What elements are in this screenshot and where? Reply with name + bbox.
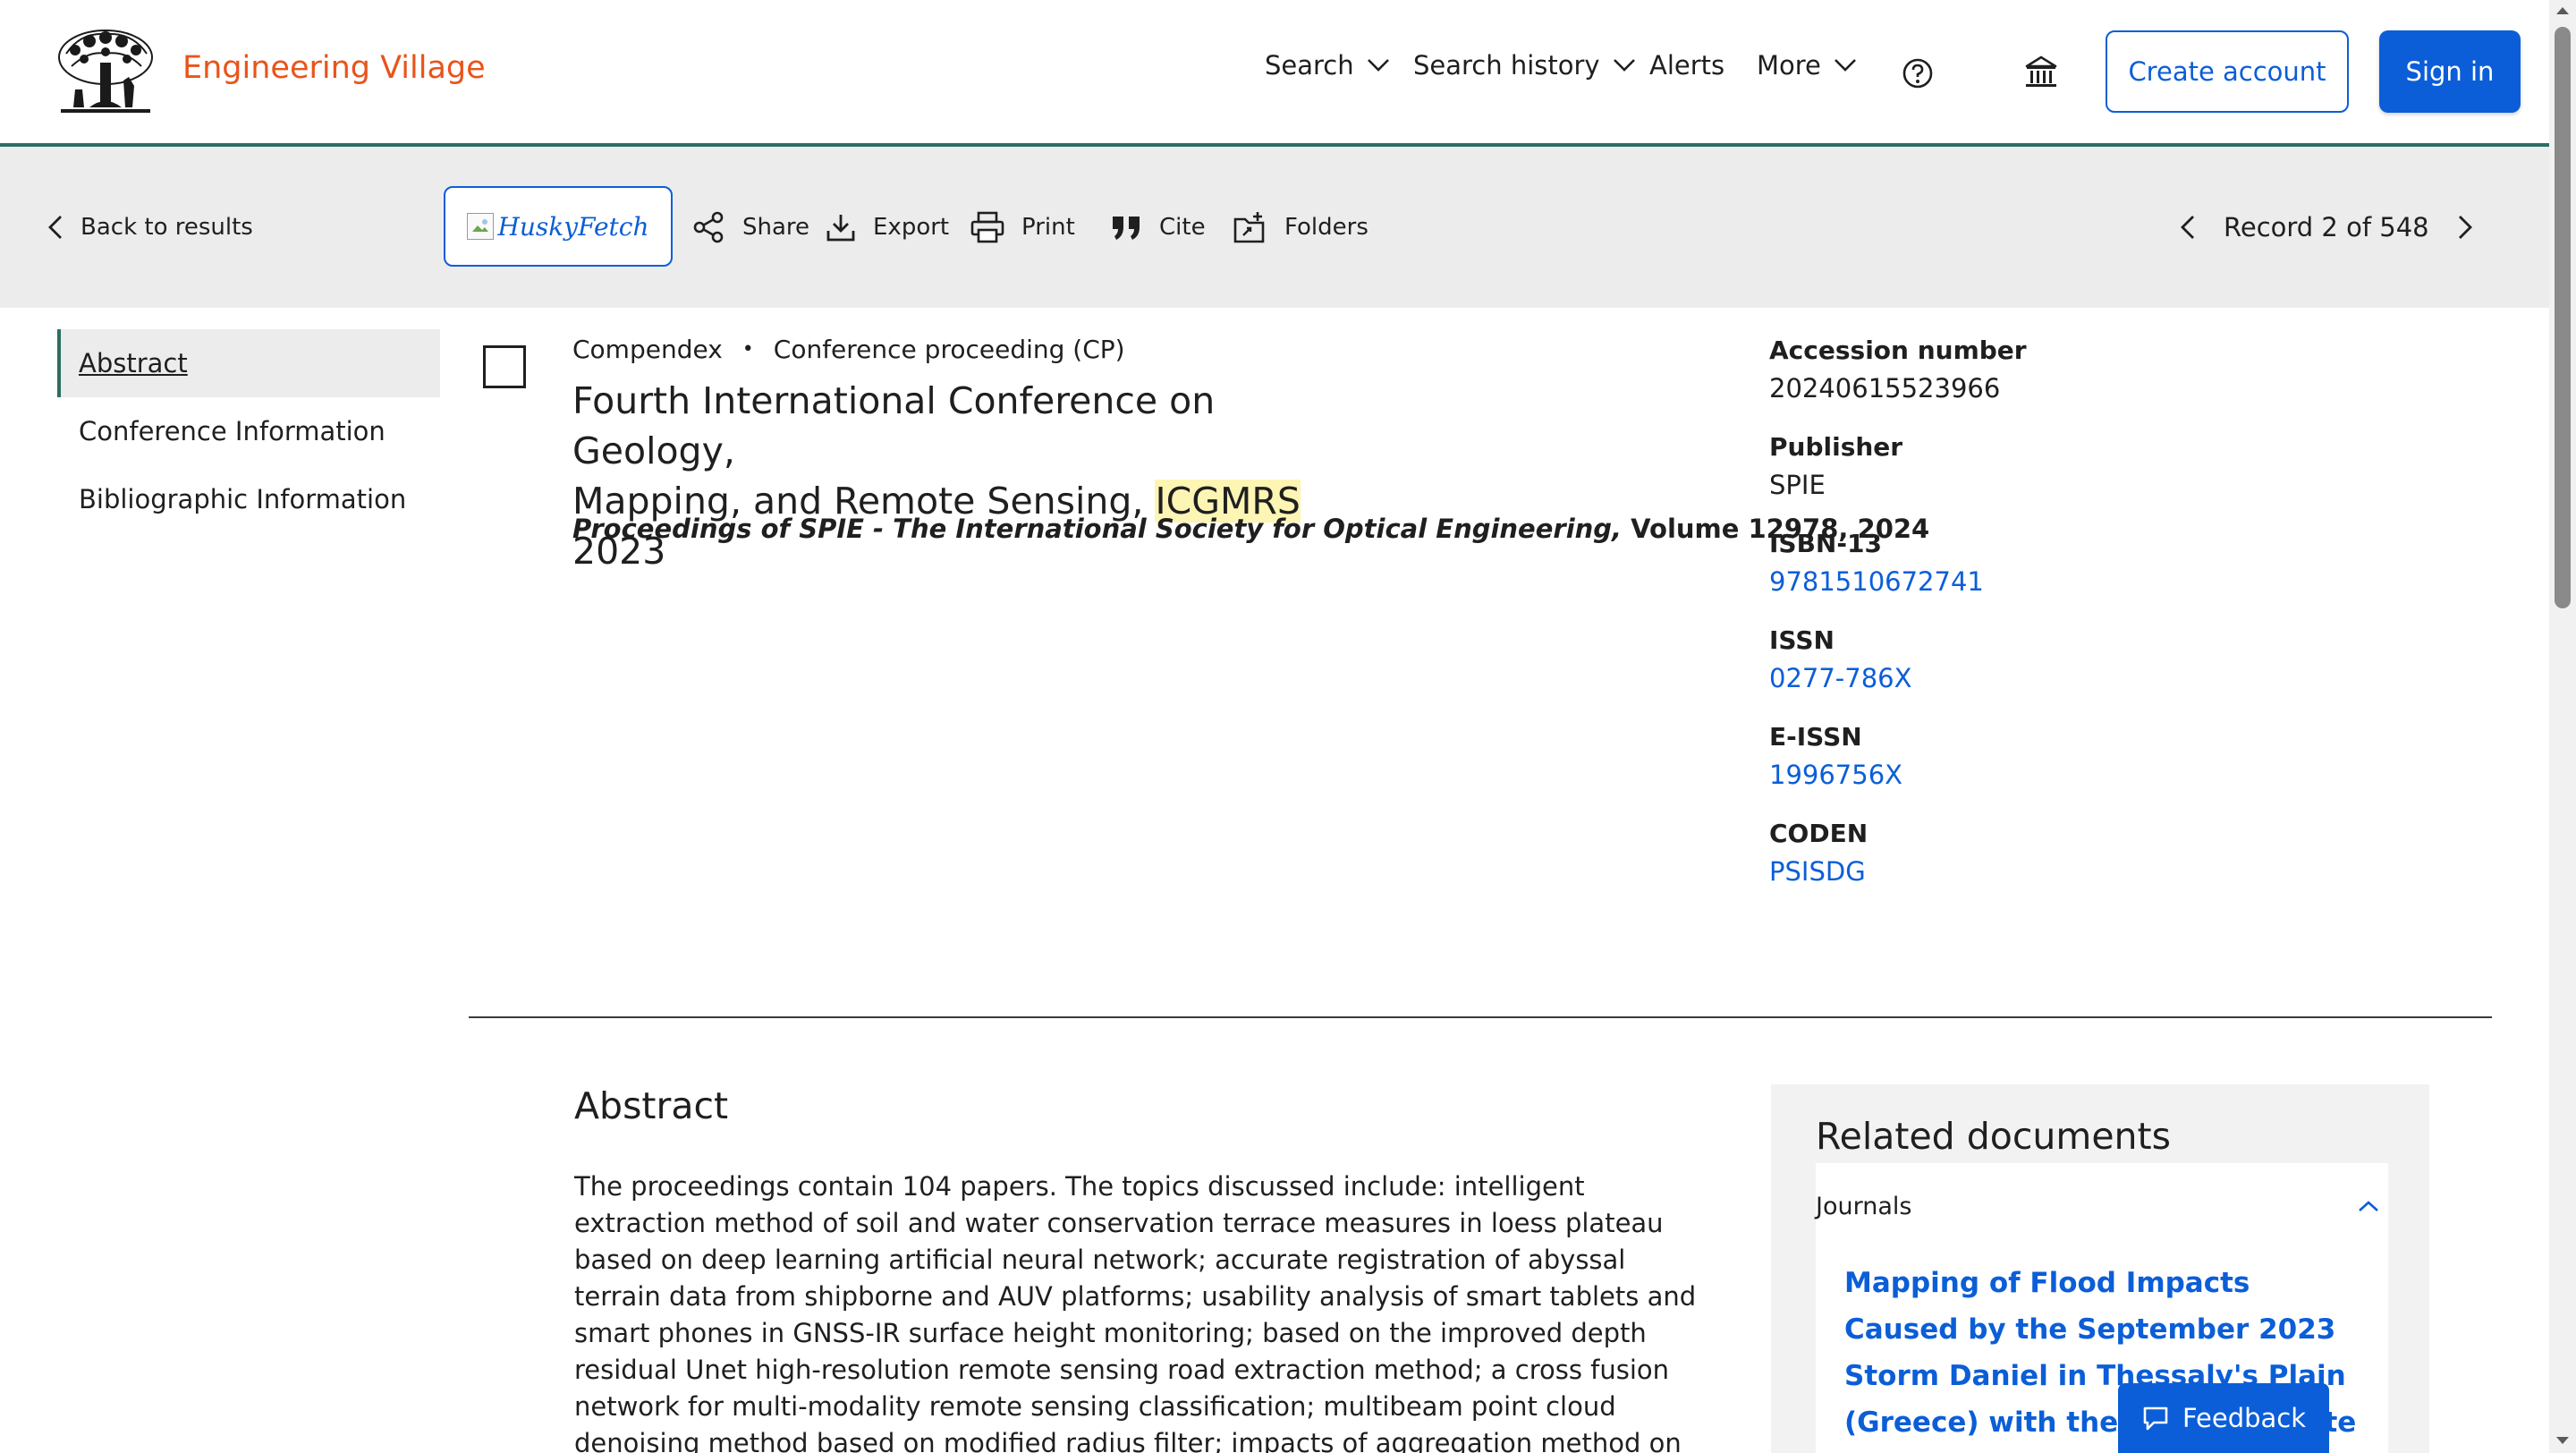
- eissn-link[interactable]: 1996756X: [1769, 755, 2306, 794]
- document-type: Conference proceeding (CP): [773, 335, 1125, 364]
- eissn-block: E-ISSN 1996756X: [1769, 719, 2306, 794]
- journals-accordion[interactable]: Journals: [1816, 1186, 2388, 1226]
- related-documents-panel: Related documents Journals Mapping of Fl…: [1771, 1084, 2429, 1453]
- coden-block: CODEN PSISDG: [1769, 816, 2306, 891]
- chevron-left-icon[interactable]: [2179, 214, 2197, 241]
- download-icon: [825, 211, 857, 243]
- issn-link[interactable]: 0277-786X: [1769, 659, 2306, 698]
- isbn-link[interactable]: 9781510672741: [1769, 562, 2306, 601]
- accession-block: Accession number 20240615523966: [1769, 333, 2306, 408]
- share-button[interactable]: Share: [692, 208, 809, 247]
- elsevier-tree-logo[interactable]: [54, 27, 157, 116]
- feedback-button[interactable]: Feedback: [2118, 1383, 2329, 1453]
- abstract-heading: Abstract: [574, 1084, 729, 1127]
- huskyfetch-button[interactable]: HuskyFetch: [444, 186, 673, 267]
- scroll-down-arrow-icon[interactable]: [2556, 1437, 2569, 1444]
- record-source-type: Compendex • Conference proceeding (CP): [572, 335, 1125, 364]
- title-line-1: Fourth International Conference on Geolo…: [572, 379, 1216, 472]
- chevron-down-icon: [1834, 58, 1857, 72]
- coden-link[interactable]: PSISDG: [1769, 852, 2306, 891]
- nav-more-label: More: [1757, 50, 1821, 81]
- nav-search-history-label: Search history: [1413, 50, 1600, 81]
- page-scrollbar[interactable]: [2549, 0, 2576, 1453]
- source-title: Proceedings of SPIE - The International …: [572, 514, 1623, 544]
- sidebar-item-abstract[interactable]: Abstract: [57, 329, 440, 397]
- huskyfetch-label: HuskyFetch: [467, 211, 649, 242]
- section-divider: [469, 1016, 2492, 1018]
- accession-label: Accession number: [1769, 336, 2027, 365]
- print-button[interactable]: Print: [970, 208, 1075, 247]
- create-account-button[interactable]: Create account: [2106, 30, 2349, 113]
- print-label: Print: [1021, 214, 1075, 241]
- record-select-checkbox[interactable]: [483, 345, 526, 388]
- export-button[interactable]: Export: [825, 208, 949, 247]
- nav-more[interactable]: More: [1757, 50, 1857, 81]
- export-label: Export: [873, 214, 950, 241]
- eissn-label: E-ISSN: [1769, 722, 1862, 752]
- back-to-results-link[interactable]: Back to results: [47, 208, 253, 247]
- sidebar-item-conference-information[interactable]: Conference Information: [57, 397, 440, 465]
- chat-bubble-icon: [2141, 1405, 2170, 1432]
- journals-label: Journals: [1816, 1192, 1912, 1220]
- scrollbar-thumb[interactable]: [2555, 27, 2571, 608]
- share-icon: [692, 210, 726, 244]
- chevron-right-icon[interactable]: [2456, 214, 2474, 241]
- broken-image-icon: [467, 213, 495, 240]
- record-navigator: Record 2 of 548: [2179, 208, 2474, 247]
- record-toolbar: Back to results HuskyFetch Share Export …: [0, 147, 2549, 308]
- isbn-label: ISBN-13: [1769, 529, 1882, 558]
- back-to-results-label: Back to results: [80, 214, 253, 241]
- chevron-down-icon: [1613, 58, 1636, 72]
- nav-search-label: Search: [1265, 50, 1354, 81]
- publisher-value: SPIE: [1769, 470, 1826, 500]
- publisher-block: Publisher SPIE: [1769, 429, 2306, 505]
- nav-search[interactable]: Search: [1265, 50, 1390, 81]
- nav-alerts[interactable]: Alerts: [1649, 50, 1724, 81]
- folder-add-icon: [1233, 210, 1268, 244]
- abstract-text: The proceedings contain 104 papers. The …: [574, 1171, 1697, 1453]
- sign-in-button[interactable]: Sign in: [2379, 30, 2521, 113]
- coden-label: CODEN: [1769, 819, 1868, 848]
- chevron-down-icon: [1367, 58, 1390, 72]
- folders-button[interactable]: Folders: [1233, 208, 1368, 247]
- nav-alerts-label: Alerts: [1649, 50, 1725, 81]
- database-name: Compendex: [572, 335, 723, 364]
- nav-search-history[interactable]: Search history: [1413, 50, 1636, 81]
- folders-label: Folders: [1284, 214, 1368, 241]
- issn-label: ISSN: [1769, 625, 1835, 655]
- sidebar-item-bibliographic-information[interactable]: Bibliographic Information: [57, 465, 440, 533]
- brand-name[interactable]: Engineering Village: [182, 50, 486, 86]
- section-sidebar: Abstract Conference Information Bibliogr…: [57, 329, 440, 533]
- chevron-left-icon: [47, 214, 64, 241]
- isbn-block: ISBN-13 9781510672741: [1769, 526, 2306, 601]
- scroll-up-arrow-icon[interactable]: [2556, 7, 2569, 14]
- institution-icon[interactable]: [2023, 54, 2059, 89]
- accession-value: 20240615523966: [1769, 373, 2001, 404]
- record-title: Fourth International Conference on Geolo…: [572, 376, 1360, 576]
- share-label: Share: [742, 214, 810, 241]
- top-header: Engineering Village Search Search histor…: [0, 0, 2549, 147]
- cite-label: Cite: [1159, 214, 1206, 241]
- page: Engineering Village Search Search histor…: [0, 0, 2576, 1453]
- huskyfetch-text: HuskyFetch: [497, 211, 649, 242]
- feedback-label: Feedback: [2182, 1403, 2307, 1433]
- help-circle-icon[interactable]: [1902, 57, 1934, 89]
- chevron-up-icon: [2358, 1200, 2379, 1212]
- cite-button[interactable]: Cite: [1111, 208, 1206, 247]
- record-counter: Record 2 of 548: [2224, 212, 2429, 242]
- related-documents-heading: Related documents: [1816, 1115, 2171, 1158]
- printer-icon: [970, 210, 1005, 244]
- issn-block: ISSN 0277-786X: [1769, 623, 2306, 698]
- separator-dot: •: [741, 338, 754, 361]
- publisher-label: Publisher: [1769, 432, 1903, 462]
- source-publication: Proceedings of SPIE - The International …: [572, 514, 1929, 544]
- record-metadata: Accession number 20240615523966 Publishe…: [1769, 333, 2306, 913]
- quote-icon: [1111, 213, 1143, 242]
